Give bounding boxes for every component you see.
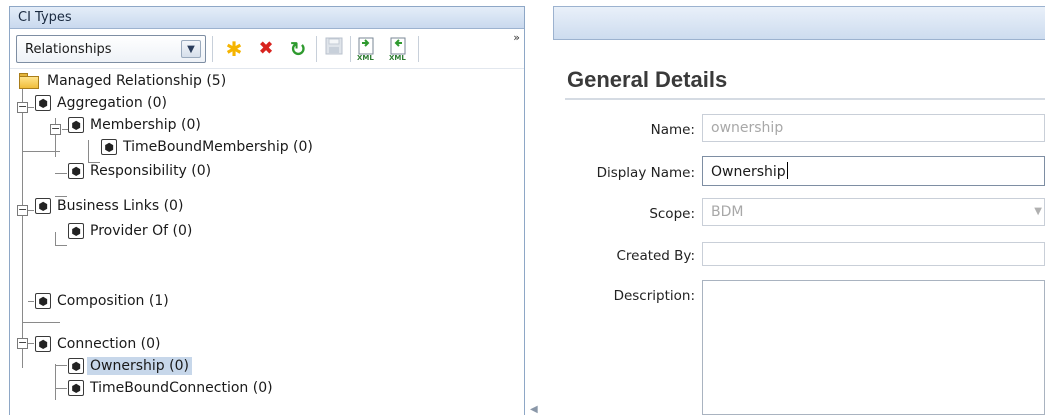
refresh-icon: ↻ [289, 37, 307, 61]
toolbar-separator [418, 36, 419, 62]
display-name-field[interactable]: Ownership [702, 156, 1045, 186]
section-title: General Details [567, 67, 728, 92]
toolbar: Relationships ▼ ✱ ✖ ↻ XML XML » [10, 29, 524, 69]
toolbar-separator [212, 36, 213, 62]
text-caret [786, 162, 788, 179]
collapse-toggle[interactable]: − [50, 123, 61, 135]
tree-node-label: Aggregation (0) [57, 95, 167, 111]
relationship-cube-icon: ⬢ [35, 293, 51, 309]
dropdown-value: Relationships [25, 42, 112, 57]
relationship-cube-icon: ⬢ [35, 198, 51, 214]
name-field: ownership [702, 114, 1045, 142]
display-name-value: Ownership [711, 164, 786, 180]
relationship-cube-icon: ⬢ [68, 117, 84, 133]
tree-node-timeboundmembership[interactable]: ⬢ TimeBoundMembership (0) [98, 136, 316, 158]
svg-text:XML: XML [389, 54, 406, 61]
scope-label: Scope: [649, 206, 695, 222]
floppy-icon [325, 37, 343, 55]
tree-connector [55, 364, 56, 400]
tree-connector [22, 322, 60, 323]
tree-connector [55, 245, 67, 246]
export-xml-button[interactable]: XML [355, 37, 379, 62]
description-label: Description: [613, 288, 695, 304]
relationship-tree: − − − − Managed Relationship (5) ⬢ Aggre… [10, 70, 524, 415]
relationship-cube-icon: ⬢ [68, 380, 84, 396]
created-by-field [702, 242, 1045, 266]
tree-connector [22, 151, 60, 152]
delete-button[interactable]: ✖ [254, 37, 278, 61]
chevron-down-icon: ▼ [1034, 206, 1042, 217]
asterisk-icon: ✱ [225, 37, 243, 61]
details-panel: General Details Name: ownership Display … [553, 6, 1045, 415]
toolbar-overflow-button[interactable]: » [513, 31, 520, 44]
tree-node-ownership[interactable]: ⬢ Ownership (0) [65, 355, 192, 377]
red-x-icon: ✖ [258, 38, 274, 59]
collapse-toggle[interactable]: − [17, 204, 28, 216]
tree-node-responsibility[interactable]: ⬢ Responsibility (0) [65, 160, 214, 182]
tree-node-label: Ownership (0) [87, 357, 192, 375]
xml-export-icon: XML [357, 37, 374, 62]
tree-root-label: Managed Relationship (5) [47, 73, 227, 89]
svg-text:XML: XML [357, 54, 374, 61]
tree-node-label: Composition (1) [57, 293, 169, 309]
ci-type-filter-dropdown[interactable]: Relationships ▼ [16, 35, 206, 63]
relationship-cube-icon: ⬢ [68, 163, 84, 179]
description-textarea[interactable] [702, 280, 1045, 415]
folder-icon [18, 72, 40, 90]
relationship-cube-icon: ⬢ [35, 336, 51, 352]
tree-node-aggregation[interactable]: ⬢ Aggregation (0) [32, 92, 170, 114]
tree-node-provider-of[interactable]: ⬢ Provider Of (0) [65, 220, 195, 242]
tree-node-label: Connection (0) [57, 336, 161, 352]
xml-import-icon: XML [389, 37, 406, 62]
scope-value: BDM [711, 204, 744, 220]
tree-node-membership[interactable]: ⬢ Membership (0) [65, 114, 204, 136]
created-by-label: Created By: [616, 248, 695, 264]
collapse-toggle[interactable]: − [17, 337, 28, 349]
display-name-label: Display Name: [596, 165, 695, 181]
tree-node-label: TimeBoundConnection (0) [90, 380, 273, 396]
refresh-button[interactable]: ↻ [286, 37, 310, 61]
chevron-down-icon[interactable]: ▼ [181, 40, 201, 58]
tree-node-business-links[interactable]: ⬢ Business Links (0) [32, 195, 186, 217]
tree-node-label: Provider Of (0) [90, 223, 193, 239]
relationship-cube-icon: ⬢ [68, 358, 84, 374]
tree-connector [88, 140, 89, 162]
panel-header: CI Types [10, 7, 524, 29]
tree-connector [22, 88, 23, 368]
collapse-left-arrow-icon[interactable]: ◀ [530, 404, 538, 415]
details-panel-header [553, 6, 1045, 40]
name-label: Name: [650, 122, 695, 138]
section-divider [565, 98, 1045, 100]
tree-node-label: TimeBoundMembership (0) [123, 139, 313, 155]
import-xml-button[interactable]: XML [387, 37, 411, 62]
new-button[interactable]: ✱ [222, 37, 246, 61]
tree-node-label: Business Links (0) [57, 198, 184, 214]
relationship-cube-icon: ⬢ [35, 95, 51, 111]
tree-connector [55, 232, 56, 246]
relationship-cube-icon: ⬢ [101, 139, 117, 155]
name-value: ownership [711, 120, 784, 136]
relationship-cube-icon: ⬢ [68, 223, 84, 239]
pane-splitter[interactable]: ◀ [527, 6, 553, 415]
toolbar-separator [350, 36, 351, 62]
tree-root[interactable]: Managed Relationship (5) [18, 70, 229, 92]
toolbar-separator [316, 36, 317, 62]
tree-node-composition[interactable]: ⬢ Composition (1) [32, 290, 172, 312]
scope-select: BDM ▼ [702, 198, 1045, 226]
tree-node-label: Responsibility (0) [90, 163, 212, 179]
tree-node-label: Membership (0) [90, 117, 201, 133]
tree-node-connection[interactable]: ⬢ Connection (0) [32, 333, 164, 355]
tree-node-timeboundconnection[interactable]: ⬢ TimeBoundConnection (0) [65, 377, 276, 399]
ci-types-panel: CI Types Relationships ▼ ✱ ✖ ↻ XML XML »… [9, 6, 525, 415]
collapse-toggle[interactable]: − [17, 101, 28, 113]
panel-title: CI Types [18, 10, 72, 25]
save-button[interactable] [322, 37, 346, 61]
